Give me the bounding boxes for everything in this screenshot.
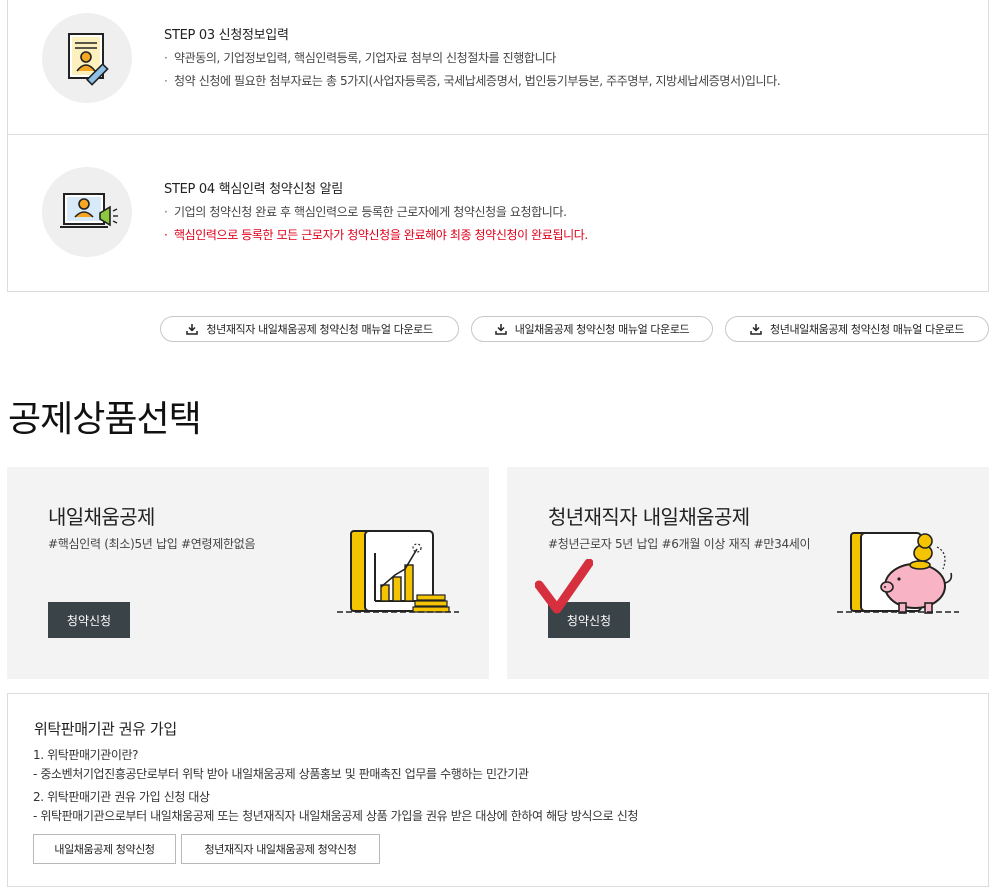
- product-card-youth-tomorrow: 청년재직자 내일채움공제 #청년근로자 5년 납입 #6개월 이상 재직 #만3…: [507, 467, 989, 679]
- step-title: STEP 03 신청정보입력: [164, 28, 289, 43]
- download-icon: [494, 323, 507, 335]
- product-card-tomorrow: 내일채움공제 #핵심인력 (최소)5년 납입 #연령제한없음 청약신청: [7, 467, 489, 679]
- bullet: ·: [164, 74, 168, 88]
- agency-answer: - 중소벤처기업진흥공단로부터 위탁 받아 내일채움공제 상품홍보 및 판매촉진…: [33, 767, 529, 781]
- product-tags: #핵심인력 (최소)5년 납입 #연령제한없음: [48, 537, 256, 551]
- bullet: ·: [164, 228, 168, 242]
- agency-title: 위탁판매기관 권유 가입: [34, 720, 177, 738]
- step-description-text: 기업의 청약신청 완료 후 핵심인력으로 등록한 근로자에게 청약신청을 요청합…: [174, 205, 567, 219]
- step-description-text: 핵심인력으로 등록한 모든 근로자가 청약신청을 완료해야 최종 청약신청이 완…: [174, 228, 588, 242]
- step-description: · 약관동의, 기업정보입력, 핵심인력등록, 기업자료 첨부의 신청절차를 진행…: [164, 49, 556, 66]
- agency-question: 1. 위탁판매기관이란?: [33, 748, 139, 762]
- checkmark-icon: [534, 558, 594, 619]
- step-description-text: 청약 신청에 필요한 첨부자료는 총 5가지(사업자등록증, 국세납세증명서, …: [174, 74, 781, 88]
- piggy-bank-icon: [837, 523, 967, 623]
- download-label: 내일채움공제 청약신청 매뉴얼 다운로드: [514, 323, 690, 336]
- download-manual-tomorrow-button[interactable]: 내일채움공제 청약신청 매뉴얼 다운로드: [471, 316, 713, 342]
- step-title: STEP 04 핵심인력 청약신청 알림: [164, 182, 343, 197]
- bullet: ·: [164, 51, 168, 65]
- monitor-megaphone-icon: [42, 167, 132, 257]
- product-tags: #청년근로자 5년 납입 #6개월 이상 재직 #만34세이: [548, 537, 811, 551]
- step-04: STEP 04 핵심인력 청약신청 알림 · 기업의 청약신청 완료 후 핵심인력…: [8, 135, 988, 290]
- download-label: 청년내일채움공제 청약신청 매뉴얼 다운로드: [770, 323, 964, 336]
- agency-apply-tomorrow-button[interactable]: 내일채움공제 청약신청: [33, 834, 176, 864]
- agency-apply-youth-tomorrow-button[interactable]: 청년재직자 내일채움공제 청약신청: [181, 834, 380, 864]
- steps-panel: STEP 03 신청정보입력 · 약관동의, 기업정보입력, 핵심인력등록, 기업…: [7, 0, 989, 292]
- product-title: 내일채움공제: [48, 505, 155, 529]
- bullet: ·: [164, 205, 168, 219]
- step-description: · 청약 신청에 필요한 첨부자료는 총 5가지(사업자등록증, 국세납세증명서,…: [164, 72, 781, 89]
- step-description-text: 약관동의, 기업정보입력, 핵심인력등록, 기업자료 첨부의 신청절차를 진행합…: [174, 51, 556, 65]
- step-03: STEP 03 신청정보입력 · 약관동의, 기업정보입력, 핵심인력등록, 기업…: [8, 0, 988, 135]
- download-icon: [750, 323, 762, 335]
- step-description: · 기업의 청약신청 완료 후 핵심인력으로 등록한 근로자에게 청약신청을 요청…: [164, 203, 567, 220]
- product-title: 청년재직자 내일채움공제: [548, 505, 750, 529]
- agency-question: 2. 위탁판매기관 권유 가입 신청 대상: [33, 790, 210, 804]
- agency-panel: 위탁판매기관 권유 가입 1. 위탁판매기관이란? - 중소벤처기업진흥공단로부…: [7, 693, 989, 887]
- chart-growth-icon: [337, 523, 467, 623]
- step-description-warning: · 핵심인력으로 등록한 모든 근로자가 청약신청을 완료해야 최종 청약신청이 …: [164, 226, 588, 243]
- section-title: 공제상품선택: [8, 399, 202, 440]
- document-user-pen-icon: [42, 13, 132, 103]
- download-label: 청년재직자 내일채움공제 청약신청 매뉴얼 다운로드: [206, 323, 433, 336]
- download-manual-youth-tomorrow-button[interactable]: 청년내일채움공제 청약신청 매뉴얼 다운로드: [725, 316, 989, 342]
- apply-button[interactable]: 청약신청: [48, 602, 130, 638]
- download-manual-youth-button[interactable]: 청년재직자 내일채움공제 청약신청 매뉴얼 다운로드: [160, 316, 459, 342]
- download-icon: [186, 323, 199, 335]
- agency-answer: - 위탁판매기관으로부터 내일채움공제 또는 청년재직자 내일채움공제 상품 가…: [33, 809, 639, 823]
